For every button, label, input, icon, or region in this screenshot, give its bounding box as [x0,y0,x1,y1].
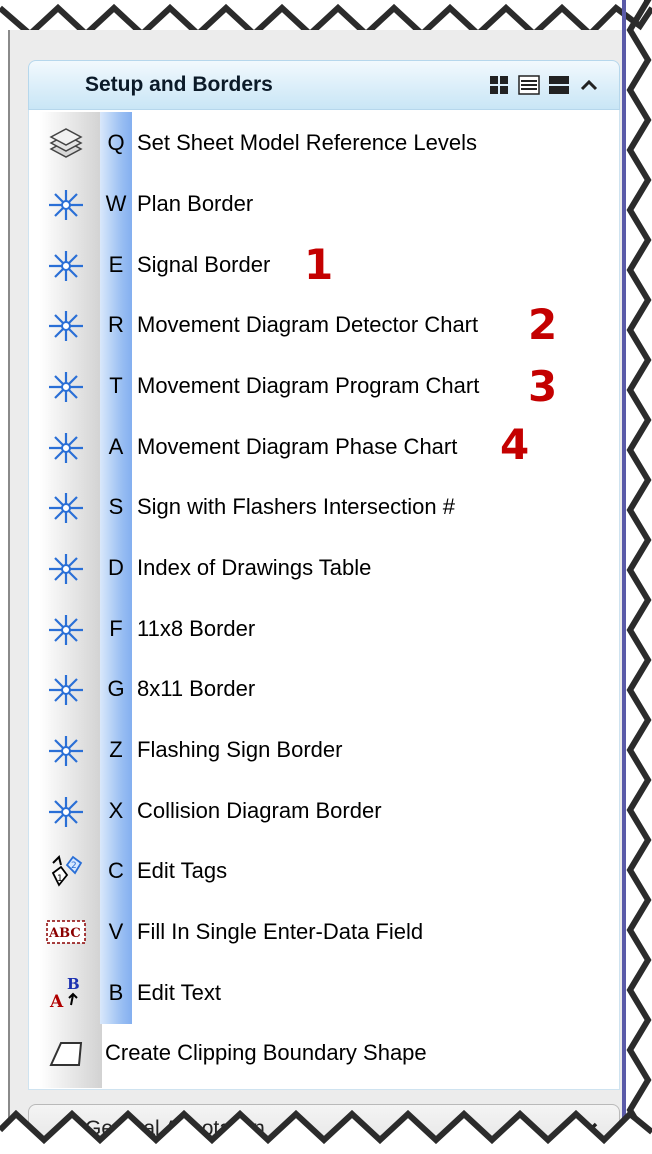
enter-data-field-icon-text: ABC [48,926,81,941]
tool-item-index-of-drawings-table[interactable]: D Index of Drawings Table [40,539,610,599]
tool-label: Movement Diagram Program Chart [137,373,480,398]
tool-label: Sign with Flashers Intersection # [137,494,455,519]
tool-item-flashing-sign-border[interactable]: Z Flashing Sign Border [40,721,610,781]
reference-levels-icon [46,124,86,164]
cell-placement-icon [46,792,86,832]
annotation-3: 3 [528,362,558,411]
edit-tags-icon: 1 2 [46,852,86,892]
tool-item-collision-diagram-border[interactable]: X Collision Diagram Border [40,782,610,842]
tool-label: Fill In Single Enter-Data Field [137,919,424,944]
tool-item-edit-text[interactable]: A B B Edit Text [40,964,610,1024]
grid-view-icon[interactable] [487,74,511,96]
cell-placement-icon [46,549,86,589]
tool-label: Movement Diagram Detector Chart [137,312,479,337]
tool-label: Movement Diagram Phase Chart [137,434,458,459]
cell-placement-icon [46,428,86,468]
shortcut-key: E [108,252,124,277]
enter-data-field-icon: ABC [46,913,86,953]
tool-label: Edit Tags [137,858,228,883]
clip-boundary-icon [46,1034,86,1074]
tool-label: 11x8 Border [137,616,256,641]
tool-item-set-sheet-model-reference-levels[interactable]: Q Set Sheet Model Reference Levels [40,114,610,174]
app-window: Setup and Borders Q Set Sheet Model Refe… [0,0,652,1154]
cell-placement-icon [46,670,86,710]
shortcut-key: V [108,919,124,944]
cell-placement-icon [46,185,86,225]
collapsed-section-title: General Annotation [85,1117,265,1140]
large-icon-view-icon[interactable] [547,74,571,96]
shortcut-key: A [108,434,124,459]
annotation-2: 2 [528,300,558,349]
setup-borders-section-header[interactable]: Setup and Borders [28,60,620,110]
cell-placement-icon [46,246,86,286]
chevron-down-icon[interactable] [575,1119,599,1139]
torn-right-edge [622,0,652,1154]
tool-label: Plan Border [137,191,254,216]
shortcut-key: B [108,980,124,1005]
tool-item-8x11-border[interactable]: G 8x11 Border [40,660,610,720]
shortcut-key: Q [107,130,125,155]
cell-placement-icon [46,488,86,528]
edit-text-icon-a: A [49,992,64,1012]
tool-item-11x8-border[interactable]: F 11x8 Border [40,600,610,660]
tool-item-sign-with-flashers-intersection[interactable]: S Sign with Flashers Intersection # [40,478,610,538]
list-view-icon[interactable] [517,74,541,96]
shortcut-key: C [108,858,124,883]
cell-placement-icon [46,367,86,407]
tool-item-create-clipping-boundary-shape[interactable]: Create Clipping Boundary Shape [40,1024,610,1084]
tool-item-plan-border[interactable]: W Plan Border [40,175,610,235]
tool-label: Signal Border [137,252,271,277]
svg-text:1: 1 [57,874,63,884]
tool-label: Collision Diagram Border [137,798,382,823]
tool-item-movement-diagram-program-chart[interactable]: T Movement Diagram Program Chart [40,357,610,417]
general-annotation-section-header[interactable]: General Annotation [28,1104,620,1154]
cell-placement-icon [46,306,86,346]
tool-item-movement-diagram-detector-chart[interactable]: R Movement Diagram Detector Chart [40,296,610,356]
tool-label: Flashing Sign Border [137,737,343,762]
section-title: Setup and Borders [85,73,273,96]
shortcut-key: D [108,555,124,580]
tool-label: Create Clipping Boundary Shape [105,1040,427,1065]
shortcut-key: W [105,191,127,216]
annotation-4: 4 [500,420,530,469]
shortcut-key: T [109,373,123,398]
shortcut-key: X [108,798,124,823]
shortcut-key: G [107,676,125,701]
shortcut-key: R [108,312,124,337]
tool-label: Set Sheet Model Reference Levels [137,130,477,155]
tool-item-edit-tags[interactable]: 1 2 C Edit Tags [40,842,610,902]
shortcut-key: F [109,616,123,641]
edit-text-icon-b: B [67,975,80,993]
view-buttons [487,74,601,96]
tool-label: Edit Text [137,980,221,1005]
tool-label: Index of Drawings Table [137,555,372,580]
shortcut-key: Z [109,737,123,762]
cell-placement-icon [46,731,86,771]
tool-label: 8x11 Border [137,676,256,701]
cell-placement-icon [46,610,86,650]
chevron-up-icon[interactable] [577,74,601,96]
tool-item-fill-in-single-enter-data-field[interactable]: ABC V Fill In Single Enter-Data Field [40,903,610,963]
edit-text-icon: A B [46,974,86,1014]
shortcut-key: S [108,494,124,519]
annotation-1: 1 [304,240,334,289]
svg-text:2: 2 [71,861,77,871]
